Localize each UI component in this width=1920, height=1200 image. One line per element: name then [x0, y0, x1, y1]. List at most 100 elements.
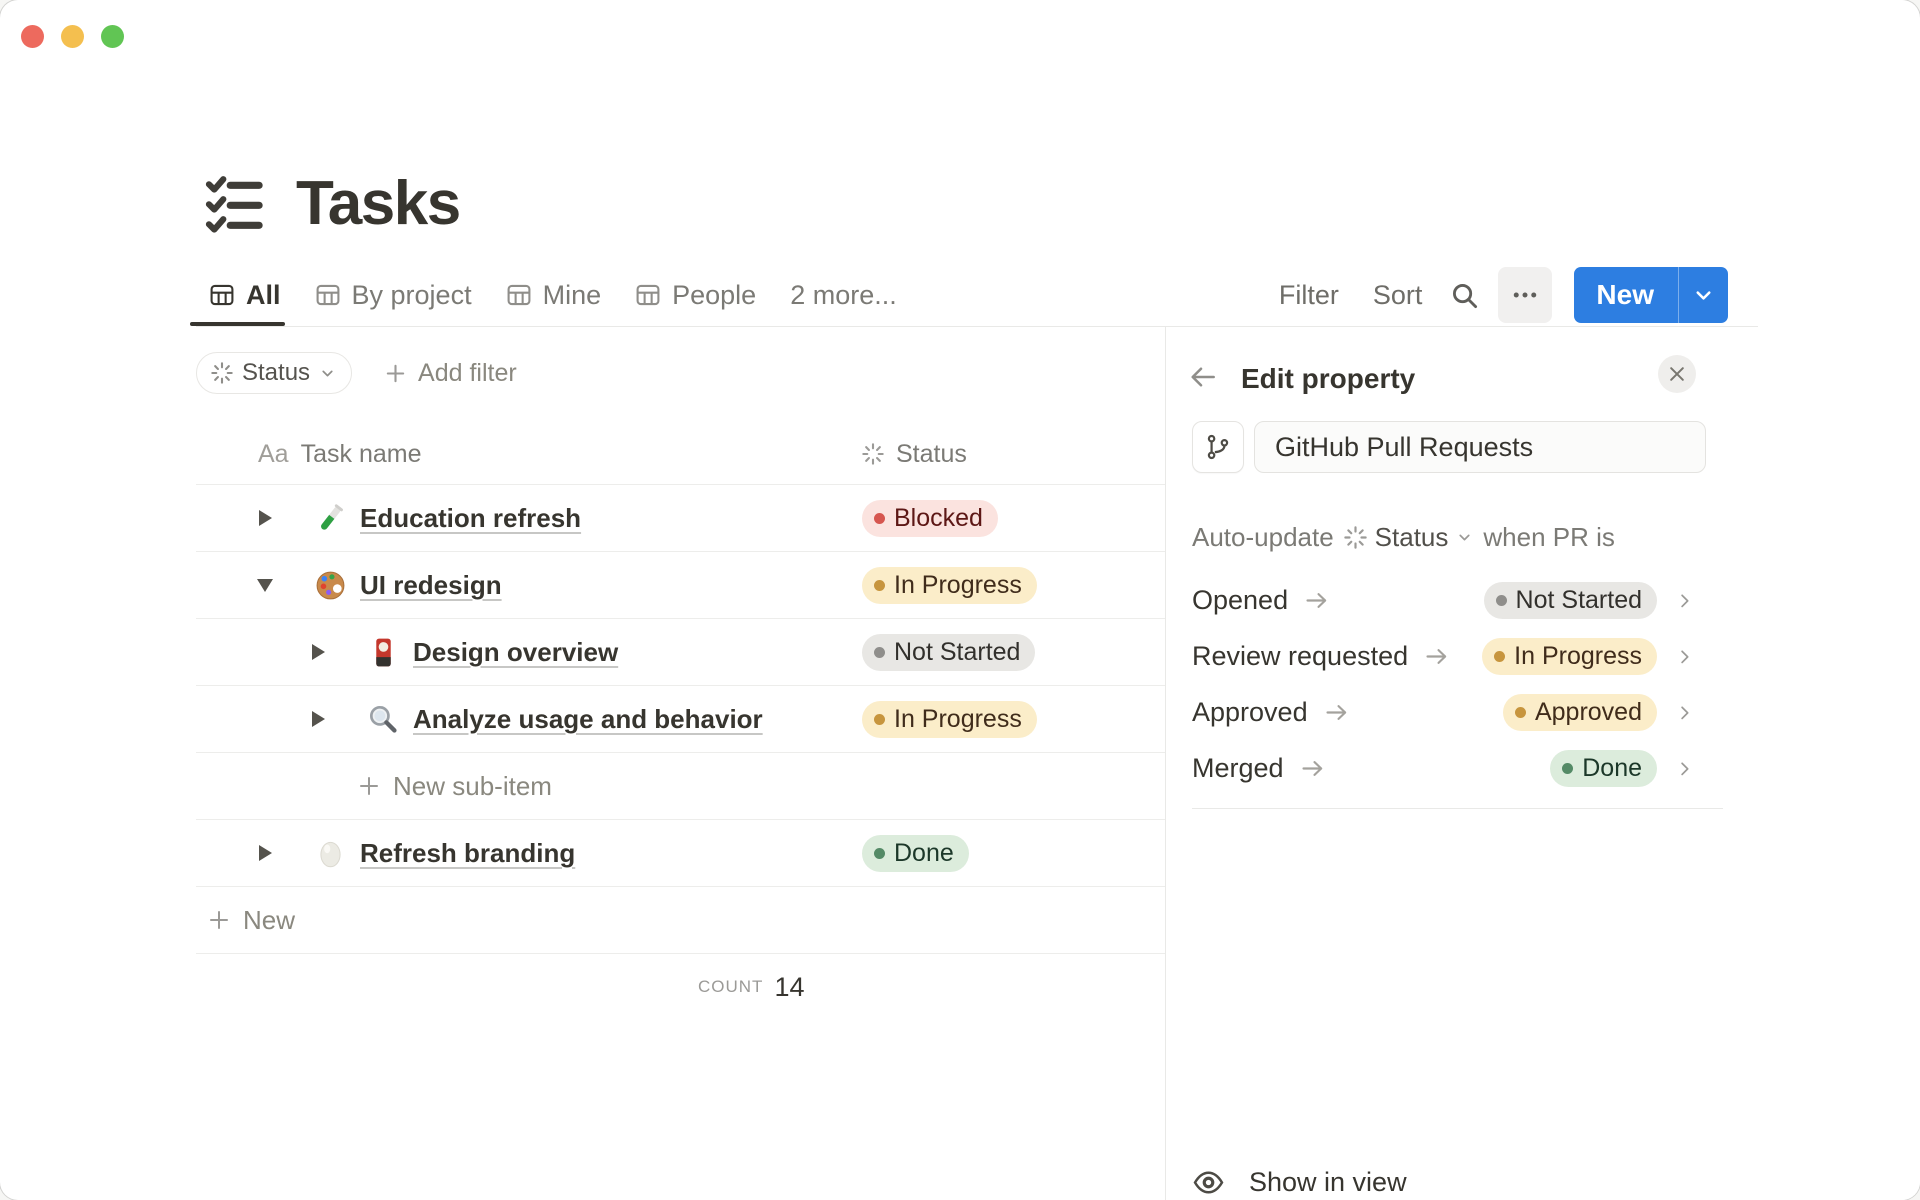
status-mapping-selector[interactable]: Not Started [1483, 581, 1694, 619]
table-row: Education refresh Blocked [196, 485, 1168, 552]
plus-icon [386, 364, 405, 382]
close-panel-button[interactable] [1658, 355, 1696, 393]
add-filter-button[interactable]: Add filter [384, 359, 517, 388]
status-badge: Approved [1502, 693, 1657, 731]
status-label: In Progress [894, 704, 1022, 733]
status-filter-chip[interactable]: Status [196, 352, 353, 394]
status-label: Done [894, 838, 954, 867]
status-mapping-selector[interactable]: Done [1550, 749, 1694, 787]
auto-update-row: Auto-update Status when PR is [1192, 519, 1615, 555]
add-filter-label: Add filter [418, 358, 517, 387]
sort-button[interactable]: Sort [1373, 280, 1423, 311]
status-cell[interactable]: Not Started [862, 633, 1168, 671]
collapsed-arrow-icon [311, 711, 325, 727]
chevron-down-icon [1459, 534, 1470, 540]
column-label: Task name [300, 439, 422, 468]
new-row[interactable]: New [196, 887, 1168, 954]
expand-toggle[interactable] [258, 510, 272, 526]
tab-by-project[interactable]: By project [315, 264, 472, 326]
column-header-task-name[interactable]: Aa Task name [196, 440, 862, 469]
property-name-input[interactable] [1254, 421, 1706, 473]
new-button-dropdown[interactable] [1679, 267, 1728, 323]
task-title-link[interactable]: Analyze usage and behavior [413, 704, 763, 735]
expanded-arrow-icon [257, 578, 273, 592]
table-row: UI redesign In Progress [196, 552, 1168, 619]
back-button[interactable] [1186, 360, 1220, 394]
mapping-row-approved: Approved Approved [1192, 684, 1920, 740]
ellipsis-icon [1514, 292, 1537, 298]
status-label: Not Started [894, 637, 1021, 666]
mapping-row-review-requested: Review requested In Progress [1192, 628, 1920, 684]
chevron-down-icon [322, 370, 333, 376]
status-mapping-selector[interactable]: Approved [1502, 693, 1694, 731]
tasks-table: Aa Task name Status Education refresh Bl… [196, 424, 1168, 1020]
collapsed-arrow-icon [258, 845, 272, 861]
more-tabs-button[interactable]: 2 more... [790, 280, 897, 311]
arrow-right-icon [1423, 643, 1450, 670]
plus-icon [210, 911, 228, 929]
arrow-right-icon [1299, 755, 1326, 782]
property-type-button[interactable] [1192, 421, 1244, 473]
expand-toggle[interactable] [311, 711, 325, 727]
minimize-window-button[interactable] [61, 25, 84, 48]
more-options-button[interactable] [1498, 267, 1553, 323]
column-header-status[interactable]: Status [862, 440, 967, 469]
status-badge: Blocked [862, 499, 998, 537]
task-title-link[interactable]: UI redesign [360, 570, 502, 601]
status-badge: Done [1550, 749, 1657, 787]
tab-people[interactable]: People [635, 264, 756, 326]
close-window-button[interactable] [21, 25, 44, 48]
status-cell[interactable]: In Progress [862, 566, 1168, 604]
status-cell[interactable]: In Progress [862, 700, 1168, 738]
count-footer[interactable]: COUNT 14 [196, 954, 1168, 1020]
task-name-cell: Design overview [196, 636, 862, 669]
tab-all[interactable]: All [190, 264, 285, 326]
tab-mine[interactable]: Mine [506, 264, 601, 326]
close-icon [1670, 367, 1684, 381]
view-actions: Filter Sort New [1279, 264, 1728, 326]
auto-update-property-selector[interactable]: Status [1343, 522, 1474, 553]
status-cell[interactable]: Blocked [862, 499, 1168, 537]
status-dot [1562, 762, 1574, 774]
show-in-view-button[interactable]: Show in view [1192, 1155, 1890, 1200]
flower-card-icon [376, 638, 391, 666]
status-cell[interactable]: Done [862, 834, 1168, 872]
expand-toggle[interactable] [311, 644, 325, 660]
table-view-icon [316, 284, 339, 306]
status-mapping-selector[interactable]: In Progress [1482, 637, 1694, 675]
expand-toggle[interactable] [258, 845, 272, 861]
new-row-label: New [243, 904, 296, 935]
status-dot [874, 847, 885, 859]
status-badge: In Progress [1482, 637, 1657, 675]
zoom-window-button[interactable] [101, 25, 124, 48]
task-title-link[interactable]: Refresh branding [360, 838, 575, 869]
panel-divider [1192, 808, 1723, 809]
arrow-left-icon [1191, 367, 1215, 387]
collapsed-arrow-icon [311, 644, 325, 660]
chevron-down-icon [1696, 290, 1711, 300]
table-view-icon [210, 284, 234, 306]
edit-property-panel: Edit property Auto-update Status when PR… [1165, 327, 1920, 1200]
table-row: Refresh branding Done [196, 820, 1168, 887]
filter-button[interactable]: Filter [1279, 280, 1339, 311]
status-dot [874, 646, 885, 658]
tab-label: All [246, 279, 281, 310]
search-button[interactable] [1449, 280, 1480, 311]
pr-event-label: Review requested [1192, 640, 1409, 671]
test-tube-icon [321, 503, 343, 530]
new-sub-item-row[interactable]: New sub-item [196, 753, 1168, 820]
app-window: Tasks All By project Mine People 2 more.… [0, 0, 1920, 1200]
task-title-link[interactable]: Design overview [413, 637, 618, 668]
new-sub-item-label: New sub-item [393, 770, 552, 801]
table-view-icon [507, 284, 531, 306]
status-label: Approved [1534, 697, 1642, 726]
filter-bar: Status Add filter [196, 352, 517, 394]
new-button[interactable]: New [1574, 267, 1678, 323]
tab-label: People [672, 279, 757, 310]
task-name-cell: Refresh branding [196, 837, 862, 870]
expand-toggle[interactable] [257, 578, 273, 592]
chevron-right-icon [1681, 705, 1689, 719]
status-label: Blocked [894, 503, 983, 532]
task-title-link[interactable]: Education refresh [360, 503, 581, 534]
mapping-row-merged: Merged Done [1192, 740, 1920, 796]
